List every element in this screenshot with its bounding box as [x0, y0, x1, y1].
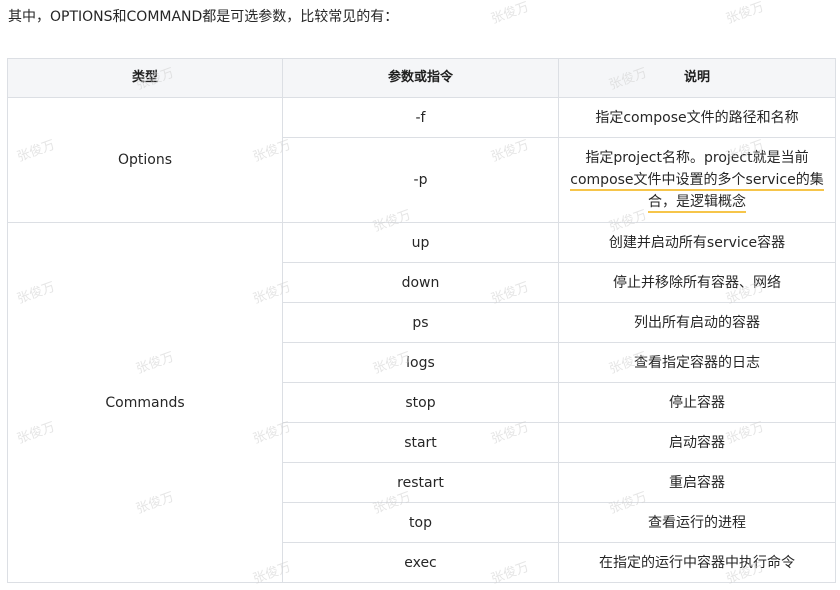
desc-line: 指定project名称。project就是当前: [585, 150, 809, 166]
group-type-commands: Commands: [7, 222, 283, 583]
desc-cell: 列出所有启动的容器: [558, 302, 836, 343]
param-cell: up: [282, 222, 559, 263]
watermark: 张俊万: [489, 0, 532, 28]
desc-cell: 查看指定容器的日志: [558, 342, 836, 383]
param-cell: logs: [282, 342, 559, 383]
desc-cell: 启动容器: [558, 422, 836, 463]
param-cell: ps: [282, 302, 559, 343]
table-row: Options -f 指定compose文件的路径和名称: [7, 97, 836, 223]
param-cell: start: [282, 422, 559, 463]
table-header-row: 类型 参数或指令 说明: [7, 58, 836, 98]
table-row: Commands up 创建并启动所有service容器: [7, 222, 836, 583]
desc-line-underlined: 合，是逻辑概念: [648, 194, 746, 213]
group-type-options: Options: [7, 97, 283, 223]
param-cell: stop: [282, 382, 559, 423]
param-cell: -f: [282, 97, 559, 138]
header-desc: 说明: [558, 58, 836, 98]
desc-cell: 指定compose文件的路径和名称: [558, 97, 836, 138]
header-type: 类型: [7, 58, 283, 98]
param-cell: top: [282, 502, 559, 543]
options-table: 类型 参数或指令 说明 Options -f 指定compose文件的路径和名称…: [7, 58, 836, 583]
param-cell: exec: [282, 542, 559, 583]
desc-line-underlined: compose文件中设置的多个service的集: [570, 172, 824, 191]
intro-text: 其中，OPTIONS和COMMAND都是可选参数，比较常见的有：: [8, 9, 399, 25]
desc-cell: 创建并启动所有service容器: [558, 222, 836, 263]
param-cell: restart: [282, 462, 559, 503]
desc-cell: 停止并移除所有容器、网络: [558, 262, 836, 303]
desc-cell: 停止容器: [558, 382, 836, 423]
param-cell: -p: [282, 137, 559, 223]
watermark: 张俊万: [724, 0, 767, 28]
header-param: 参数或指令: [282, 58, 559, 98]
desc-cell: 重启容器: [558, 462, 836, 503]
desc-cell: 在指定的运行中容器中执行命令: [558, 542, 836, 583]
desc-cell: 查看运行的进程: [558, 502, 836, 543]
param-cell: down: [282, 262, 559, 303]
desc-cell-multiline: 指定project名称。project就是当前 compose文件中设置的多个s…: [558, 137, 836, 223]
